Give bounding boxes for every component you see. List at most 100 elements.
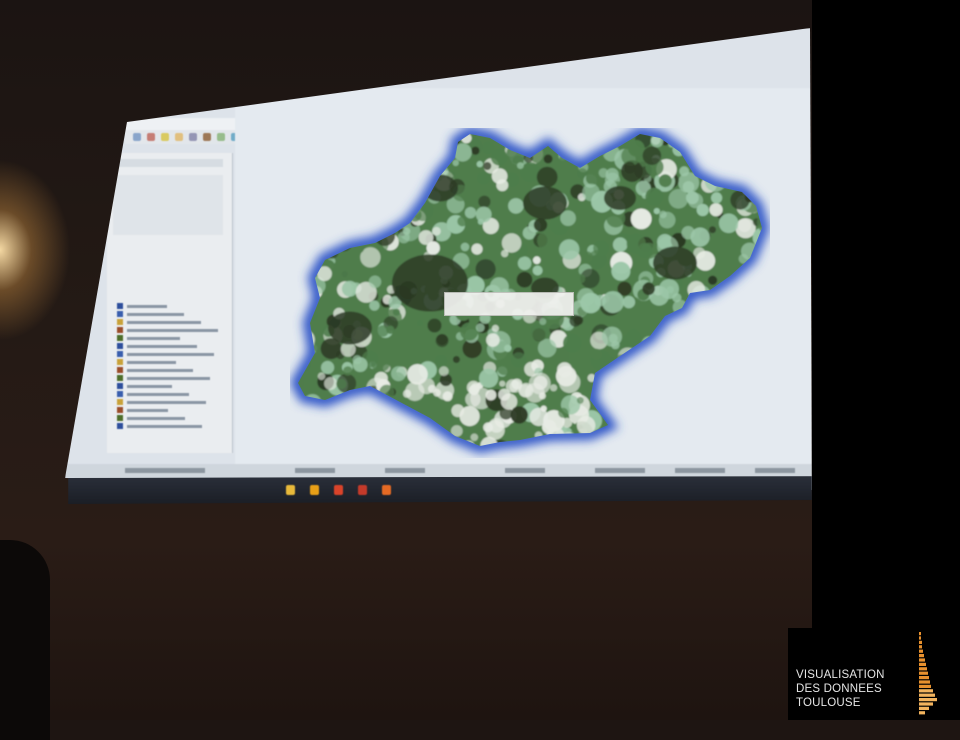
commune-cell: [322, 134, 338, 137]
commune-cell: [330, 435, 340, 446]
commune-cell: [711, 300, 733, 321]
toolbar-icon[interactable]: [175, 133, 183, 141]
commune-cell: [574, 128, 583, 133]
layer-swatch: [117, 319, 123, 325]
commune-cell: [517, 256, 532, 271]
commune-cell: [555, 134, 569, 141]
commune-cell: [677, 381, 696, 400]
commune-cell: [665, 360, 675, 370]
commune-cell: [361, 134, 382, 149]
commune-cell: [708, 324, 717, 333]
commune-cell: [351, 201, 366, 216]
commune-cell: [533, 218, 548, 232]
layer-name[interactable]: [127, 377, 210, 380]
commune-cell: [486, 333, 500, 347]
commune-cell: [415, 128, 424, 133]
commune-cell: [672, 343, 690, 361]
commune-cell: [630, 424, 643, 437]
commune-cell: [619, 390, 638, 409]
toolbar-icon[interactable]: [203, 133, 211, 141]
commune-cell: [417, 320, 423, 326]
toolbar-icon[interactable]: [189, 133, 197, 141]
logo-bar: [919, 636, 921, 640]
commune-cell: [752, 306, 762, 317]
layer-name[interactable]: [127, 321, 201, 324]
toolbar-icon[interactable]: [217, 133, 225, 141]
commune-cell: [761, 341, 762, 350]
commune-cell: [733, 443, 743, 446]
commune-cell: [418, 134, 430, 141]
commune-cell: [344, 194, 360, 211]
taskbar-app-icon[interactable]: [310, 485, 319, 495]
layer-name[interactable]: [127, 369, 193, 372]
commune-cell: [335, 256, 357, 278]
layer-name[interactable]: [127, 361, 176, 364]
layer-name[interactable]: [127, 417, 185, 420]
toolbar-icon[interactable]: [161, 133, 169, 141]
layer-name[interactable]: [127, 329, 218, 332]
dense-commune-cluster: [523, 186, 567, 220]
dense-commune-cluster: [653, 246, 697, 280]
commune-cell: [342, 408, 358, 424]
layer-name[interactable]: [127, 385, 172, 388]
layer-name[interactable]: [127, 401, 206, 404]
commune-cell: [611, 261, 631, 281]
logo-bar: [919, 693, 935, 697]
taskbar-app-icon[interactable]: [358, 485, 367, 495]
commune-cell: [477, 171, 490, 185]
layer-name[interactable]: [127, 353, 214, 356]
commune-cell: [423, 134, 434, 139]
commune-cell: [496, 359, 513, 376]
commune-cell: [442, 391, 453, 402]
taskbar-app-icon[interactable]: [286, 485, 295, 495]
commune-cell: [755, 433, 762, 446]
toolbar-icon[interactable]: [133, 133, 141, 141]
commune-cell: [311, 414, 319, 423]
commune-cell: [682, 346, 699, 363]
commune-cell: [415, 447, 429, 458]
commune-cell: [731, 341, 740, 349]
commune-cell: [532, 265, 543, 276]
commune-cell: [315, 160, 329, 174]
commune-cell: [427, 437, 441, 446]
commune-cell: [399, 199, 411, 211]
commune-cell: [325, 449, 340, 459]
commune-cell: [405, 326, 426, 348]
commune-cell: [760, 295, 762, 309]
commune-cell: [641, 368, 652, 378]
layer-name[interactable]: [127, 337, 180, 340]
toolbar-icon[interactable]: [147, 133, 155, 141]
commune-cell: [381, 434, 391, 444]
commune-cell: [428, 454, 434, 458]
layer-name[interactable]: [127, 425, 202, 428]
commune-cell: [677, 408, 689, 420]
commune-cell: [345, 232, 353, 239]
commune-cell: [313, 190, 322, 199]
commune-cell: [610, 380, 630, 401]
commune-cell: [718, 235, 735, 253]
commune-cell: [622, 295, 636, 309]
commune-cell: [451, 404, 465, 418]
logo-bar: [919, 662, 926, 666]
layer-name[interactable]: [127, 305, 167, 308]
commune-cell: [405, 381, 425, 401]
commune-cell: [707, 443, 729, 446]
status-coordinate: [125, 468, 205, 473]
commune-cell: [372, 141, 388, 158]
commune-cell: [749, 409, 762, 427]
logo-bar: [919, 689, 933, 693]
layer-name[interactable]: [127, 345, 197, 348]
commune-cell: [363, 155, 373, 165]
commune-cell: [343, 366, 353, 376]
layer-name[interactable]: [127, 393, 189, 396]
layer-name[interactable]: [127, 313, 184, 316]
taskbar-app-icon[interactable]: [334, 485, 343, 495]
layer-name[interactable]: [127, 409, 168, 412]
commune-cell: [751, 388, 762, 405]
commune-cell: [508, 198, 524, 214]
taskbar-app-icon[interactable]: [382, 485, 391, 495]
logo-line-3: TOULOUSE: [796, 697, 861, 709]
commune-cell: [371, 427, 389, 445]
commune-cell: [739, 307, 749, 317]
logo-bar: [919, 698, 937, 702]
